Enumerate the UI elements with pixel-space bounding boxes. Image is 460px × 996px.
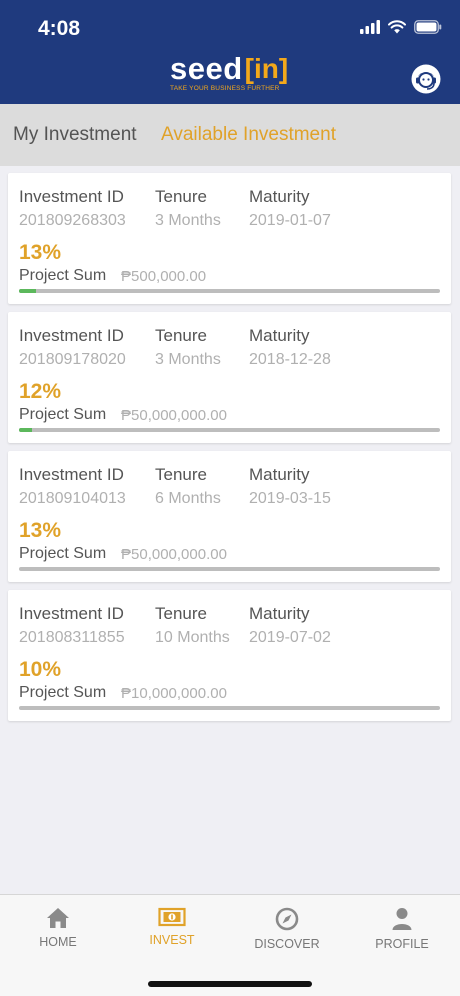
home-icon	[47, 908, 69, 928]
project-sum-label: Project Sum	[19, 545, 107, 562]
tenure-value: 3 Months	[155, 212, 221, 229]
investment-card[interactable]: Investment ID Tenure Maturity 2018092683…	[8, 173, 451, 304]
funding-progress-fill	[19, 428, 32, 432]
project-sum-label: Project Sum	[19, 684, 107, 701]
tenure-label: Tenure	[155, 465, 207, 484]
tenure-label: Tenure	[155, 326, 207, 345]
nav-invest-label: INVEST	[149, 933, 195, 947]
seedin-logo: seed [in] TAKE YOUR BUSINESS FURTHER	[170, 52, 292, 92]
money-icon	[158, 907, 186, 927]
maturity-value: 2018-12-28	[249, 351, 331, 368]
project-sum-value: ₱50,000,000.00	[121, 407, 227, 424]
nav-home-label: HOME	[39, 935, 77, 949]
investment-id-value: 201809104013	[19, 490, 126, 507]
nav-discover[interactable]: DISCOVER	[237, 907, 337, 951]
interest-rate: 13%	[19, 241, 62, 264]
maturity-label: Maturity	[249, 187, 310, 206]
status-time: 4:08	[38, 17, 81, 40]
maturity-value: 2019-01-07	[249, 212, 331, 229]
funding-progress-fill	[19, 289, 36, 293]
investment-id-label: Investment ID	[19, 326, 124, 345]
maturity-value: 2019-07-02	[249, 629, 331, 646]
tab-my-investment[interactable]: My Investment	[13, 124, 137, 146]
compass-icon	[275, 907, 299, 931]
signal-icon	[360, 20, 380, 34]
investment-card[interactable]: Investment ID Tenure Maturity 2018091040…	[8, 451, 451, 582]
logo-tagline: TAKE YOUR BUSINESS FURTHER	[170, 85, 280, 92]
interest-rate: 10%	[19, 658, 62, 681]
nav-home[interactable]: HOME	[8, 907, 108, 949]
maturity-value: 2019-03-15	[249, 490, 331, 507]
battery-icon	[414, 20, 442, 34]
status-icons	[360, 20, 442, 34]
funding-progress-bar	[19, 706, 440, 710]
logo-text: seed	[170, 51, 243, 86]
investment-id-value: 201809268303	[19, 212, 126, 229]
home-indicator[interactable]	[148, 981, 312, 987]
investment-card[interactable]: Investment ID Tenure Maturity 2018083118…	[8, 590, 451, 721]
maturity-label: Maturity	[249, 604, 310, 623]
nav-profile[interactable]: PROFILE	[352, 907, 452, 951]
app-header: 4:08 seed [in] TAKE YOUR BUSINESS FURTHE…	[0, 0, 460, 104]
person-icon	[392, 908, 412, 930]
logo-accent: [in]	[244, 53, 289, 84]
project-sum-label: Project Sum	[19, 267, 107, 284]
investment-id-label: Investment ID	[19, 187, 124, 206]
support-agent-icon[interactable]	[410, 63, 442, 95]
funding-progress-bar	[19, 428, 440, 432]
funding-progress-bar	[19, 567, 440, 571]
interest-rate: 12%	[19, 380, 62, 403]
project-sum-value: ₱50,000,000.00	[121, 546, 227, 563]
investment-id-label: Investment ID	[19, 604, 124, 623]
tab-available-investment[interactable]: Available Investment	[161, 124, 336, 146]
investment-card[interactable]: Investment ID Tenure Maturity 2018091780…	[8, 312, 451, 443]
investment-id-value: 201808311855	[19, 629, 125, 646]
maturity-label: Maturity	[249, 326, 310, 345]
tenure-label: Tenure	[155, 187, 207, 206]
investment-tabs: My Investment Available Investment	[0, 104, 460, 166]
project-sum-label: Project Sum	[19, 406, 107, 423]
maturity-label: Maturity	[249, 465, 310, 484]
tenure-label: Tenure	[155, 604, 207, 623]
funding-progress-bar	[19, 289, 440, 293]
interest-rate: 13%	[19, 519, 62, 542]
tenure-value: 3 Months	[155, 351, 221, 368]
investment-id-value: 201809178020	[19, 351, 126, 368]
nav-profile-label: PROFILE	[375, 937, 429, 951]
project-sum-value: ₱500,000.00	[121, 268, 207, 285]
nav-invest[interactable]: INVEST	[122, 907, 222, 947]
tenure-value: 6 Months	[155, 490, 221, 507]
investment-id-label: Investment ID	[19, 465, 124, 484]
project-sum-value: ₱10,000,000.00	[121, 685, 227, 702]
tenure-value: 10 Months	[155, 629, 230, 646]
nav-discover-label: DISCOVER	[254, 937, 320, 951]
wifi-icon	[388, 20, 406, 34]
